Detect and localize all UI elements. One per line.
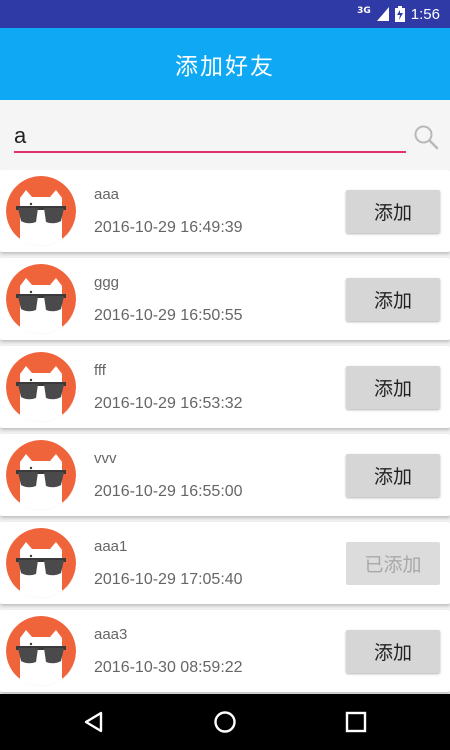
list-item: fff 2016-10-29 16:53:32 添加 [0, 346, 450, 428]
friend-time: 2016-10-29 17:05:40 [94, 571, 243, 588]
status-icons: 3G 1:56 [357, 4, 440, 24]
friend-name: aaa3 [94, 626, 128, 643]
cat-sunglasses-avatar-icon [6, 440, 76, 510]
list-item: aaa 2016-10-29 16:49:39 添加 [0, 170, 450, 252]
search-icon[interactable] [413, 124, 439, 150]
friend-name: aaa [94, 186, 120, 203]
friend-name: aaa1 [94, 538, 128, 555]
friend-time: 2016-10-30 08:59:22 [94, 659, 243, 676]
cat-sunglasses-avatar-icon [6, 264, 76, 334]
add-friend-button[interactable]: 添加 [346, 278, 440, 321]
list-item: ggg 2016-10-29 16:50:55 添加 [0, 258, 450, 340]
cat-sunglasses-avatar-icon [6, 352, 76, 422]
friend-time: 2016-10-29 16:49:39 [94, 219, 243, 236]
signal-icon [376, 7, 389, 21]
app-bar: 添加好友 [0, 28, 450, 100]
status-bar: 3G 1:56 [0, 0, 450, 28]
add-friend-button[interactable]: 添加 [346, 366, 440, 409]
add-friend-button[interactable]: 添加 [346, 190, 440, 233]
search-input[interactable] [14, 121, 406, 153]
friend-name: ggg [94, 274, 120, 291]
friend-time: 2016-10-29 16:53:32 [94, 395, 243, 412]
friend-list: aaa 2016-10-29 16:49:39 添加 ggg 2016-10-2… [0, 170, 450, 694]
cat-sunglasses-avatar-icon [6, 616, 76, 686]
clock: 1:56 [410, 5, 440, 23]
home-icon[interactable] [211, 708, 239, 736]
friend-name: vvv [94, 450, 117, 467]
friend-time: 2016-10-29 16:55:00 [94, 483, 243, 500]
add-friend-button[interactable]: 添加 [346, 630, 440, 673]
cat-sunglasses-avatar-icon [6, 528, 76, 598]
page-title: 添加好友 [175, 54, 275, 80]
list-item: vvv 2016-10-29 16:55:00 添加 [0, 434, 450, 516]
back-icon[interactable] [80, 708, 108, 736]
friend-time: 2016-10-29 16:50:55 [94, 307, 243, 324]
friend-name: fff [94, 362, 106, 379]
network-type: 3G [357, 6, 371, 16]
cat-sunglasses-avatar-icon [6, 176, 76, 246]
list-item: aaa3 2016-10-30 08:59:22 添加 [0, 610, 450, 692]
added-button[interactable]: 已添加 [346, 542, 440, 585]
recents-icon[interactable] [342, 708, 370, 736]
list-item: aaa1 2016-10-29 17:05:40 已添加 [0, 522, 450, 604]
navigation-bar [0, 694, 450, 750]
battery-icon [394, 6, 405, 22]
add-friend-button[interactable]: 添加 [346, 454, 440, 497]
